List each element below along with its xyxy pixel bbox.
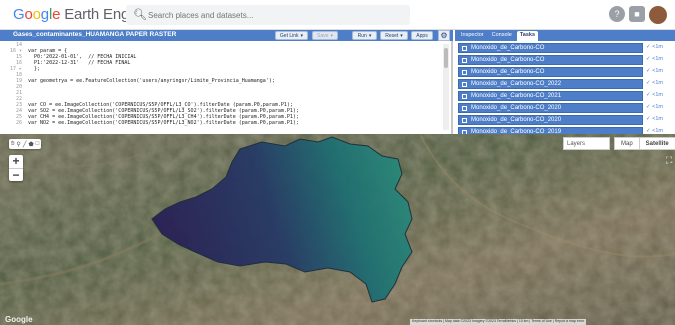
task-status: ✓ <1m (646, 68, 663, 74)
help-icon[interactable]: ? (609, 6, 625, 22)
image-export-icon (462, 82, 467, 87)
task-item[interactable]: Monoxido_de_Carbono-CO (458, 43, 643, 53)
search-icon: 🔍︎ (133, 9, 147, 21)
map-type-satellite[interactable]: Satellite (638, 138, 675, 149)
line-icon[interactable]: ╱ (23, 141, 27, 148)
search-bar[interactable]: 🔍︎ (126, 5, 410, 25)
drawing-tools: ✋︎ ⚲ ╱ ⬟ □ (9, 139, 42, 149)
get-link-button[interactable]: Get Link ▾ (275, 31, 308, 40)
pan-hand-icon[interactable]: ✋︎ (11, 141, 14, 148)
apps-button[interactable]: Apps (411, 31, 433, 40)
header-icons: ? ■ (609, 6, 667, 24)
map-type-map[interactable]: Map (615, 138, 639, 149)
run-button[interactable]: Run ▾ (352, 31, 377, 40)
task-name: Monoxido_de_Carbono-CO (471, 69, 545, 75)
task-status: ✓ <1m (646, 116, 663, 122)
task-name: Monoxido_de_Carbono-CO_2020 (471, 117, 562, 123)
task-name: Monoxido_de_Carbono-CO (471, 45, 545, 51)
chevron-down-icon: ▾ (300, 32, 304, 39)
zoom-out-button[interactable]: − (9, 168, 23, 182)
chevron-down-icon: ▾ (400, 32, 403, 39)
task-list: Monoxido_de_Carbono-CO ✓ <1m Monoxido_de_C… (455, 43, 675, 139)
map-view[interactable]: ✋︎ ⚲ ╱ ⬟ □ + − Layers Map Satellite ⛶ Go… (0, 134, 675, 325)
image-export-icon (462, 106, 467, 111)
panel-tabs: Inspector Console Tasks (455, 30, 675, 41)
map-attribution[interactable]: Keyboard shortcuts | Map data ©2023 Imag… (410, 319, 587, 325)
code-text: P1:'2022-12-31' // FECHA FINAL (28, 60, 131, 66)
task-row[interactable]: Monoxido_de_Carbono-CO ✓ <1m (455, 67, 675, 77)
task-row[interactable]: Monoxido_de_Carbono-CO ✓ <1m (455, 43, 675, 53)
tab-tasks[interactable]: Tasks (516, 31, 538, 41)
code-text: var geometrya = ee.FeatureCollection('us… (28, 78, 275, 84)
feedback-icon[interactable]: ■ (629, 6, 645, 22)
fullscreen-icon[interactable]: ⛶ (666, 155, 672, 166)
inspector-console-tasks-panel: Inspector Console Tasks Monoxido_de_Carbon… (455, 30, 675, 137)
task-row[interactable]: Monoxido_de_Carbono-CO_2020 ✓ <1m (455, 103, 675, 113)
task-item[interactable]: Monoxido_de_Carbono-CO (458, 67, 643, 77)
line-number: 26 (15, 120, 22, 126)
rectangle-icon[interactable]: □ (36, 141, 40, 147)
reset-button[interactable]: Reset ▾ (380, 31, 408, 40)
code-text: }; (28, 66, 41, 72)
image-export-icon (462, 58, 467, 63)
code-editor-panel: Gases_contaminantes_HUAMANGA PAPER RASTE… (0, 30, 453, 134)
task-row[interactable]: Monoxido_de_Carbono-CO ✓ <1m (455, 55, 675, 65)
image-export-icon (462, 118, 467, 123)
task-status: ✓ <1m (646, 44, 663, 50)
point-marker-icon[interactable]: ⚲ (16, 141, 20, 148)
tab-console[interactable]: Console (489, 31, 515, 41)
search-input[interactable] (148, 5, 403, 25)
top-header: Google Earth Engine 🔍︎ ? ■ (0, 0, 675, 30)
task-status: ✓ <1m (646, 92, 663, 98)
editor-toolbar: Gases_contaminantes_HUAMANGA PAPER RASTE… (0, 30, 453, 41)
task-row[interactable]: Monoxido_de_Carbono-CO_2021 ✓ <1m (455, 91, 675, 101)
layers-button[interactable]: Layers (563, 137, 610, 150)
image-export-icon (462, 70, 467, 75)
task-row[interactable]: Monoxido_de_Carbono-CO_2022 ✓ <1m (455, 79, 675, 89)
scrollbar-thumb[interactable] (444, 48, 448, 68)
image-export-icon (462, 94, 467, 99)
map-type-toggle: Map Satellite (614, 137, 675, 150)
task-item[interactable]: Monoxido_de_Carbono-CO (458, 55, 643, 65)
zoom-control: + − (9, 155, 23, 182)
code-text: var NO2 = ee.ImageCollection('COPERNICUS… (28, 120, 299, 126)
task-item[interactable]: Monoxido_de_Carbono-CO_2020 (458, 115, 643, 125)
script-title: Gases_contaminantes_HUAMANGA PAPER RASTE… (13, 31, 177, 38)
polygon-icon[interactable]: ⬟ (28, 141, 33, 148)
avatar[interactable] (649, 6, 667, 24)
task-name: Monoxido_de_Carbono-CO_2022 (471, 81, 562, 87)
task-name: Monoxido_de_Carbono-CO (471, 57, 545, 63)
tab-inspector[interactable]: Inspector (458, 31, 487, 41)
editor-scrollbar[interactable] (443, 44, 449, 130)
chevron-down-icon: ▾ (368, 32, 372, 39)
gear-icon[interactable]: ⚙ (438, 30, 450, 41)
satellite-imagery (0, 134, 675, 325)
task-item[interactable]: Monoxido_de_Carbono-CO_2020 (458, 103, 643, 113)
code-line[interactable]: 26 var NO2 = ee.ImageCollection('COPERNIC… (0, 120, 440, 126)
save-button[interactable]: Save ▾ (312, 31, 338, 40)
task-item[interactable]: Monoxido_de_Carbono-CO_2022 (458, 79, 643, 89)
image-export-icon (462, 46, 467, 51)
task-row[interactable]: Monoxido_de_Carbono-CO_2020 ✓ <1m (455, 115, 675, 125)
task-status: ✓ <1m (646, 104, 663, 110)
task-status: ✓ <1m (646, 80, 663, 86)
zoom-in-button[interactable]: + (9, 155, 23, 168)
task-status: ✓ <1m (646, 56, 663, 62)
chevron-down-icon: ▾ (330, 32, 333, 39)
google-watermark: Google (5, 315, 33, 324)
task-name: Monoxido_de_Carbono-CO_2020 (471, 105, 562, 111)
task-name: Monoxido_de_Carbono-CO_2021 (471, 93, 562, 99)
code-area[interactable]: 14 16 ▾ var param = {15 P0:'2022-01-01', /… (0, 42, 440, 134)
task-item[interactable]: Monoxido_de_Carbono-CO_2021 (458, 91, 643, 101)
